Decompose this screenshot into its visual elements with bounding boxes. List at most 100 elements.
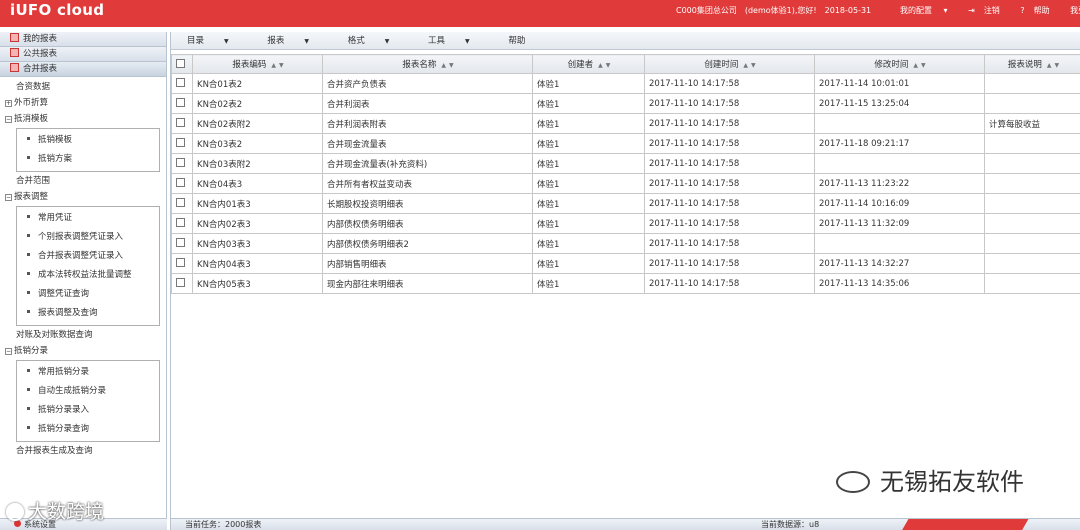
cell-created: 2017-11-10 14:17:58 [644,193,815,214]
cell-modified: 2017-11-14 10:16:09 [814,193,985,214]
tree-item[interactable]: 对账及对账数据查询 [0,327,166,343]
user-greeting: (demo体验1),您好! [744,6,817,15]
menu-report[interactable]: 报表 ▼ [267,36,327,46]
switch-uc-link[interactable]: 我要转UC [1070,6,1080,15]
tree-leaf[interactable]: 合并报表调整凭证录入 [17,247,159,266]
menu-help[interactable]: 帮助 [508,36,525,46]
cell-code: KN合内04表3 [192,253,323,274]
row-checkbox[interactable] [171,73,193,94]
row-checkbox[interactable] [171,233,193,254]
tree-leaf[interactable]: 常用抵销分录 [17,363,159,382]
cell-code: KN合内01表3 [192,193,323,214]
tree-leaf[interactable]: 成本法转权益法批量调整 [17,266,159,285]
bullet-icon [27,156,30,159]
col-header-code[interactable]: 报表编码 ▲▼ [192,54,323,74]
sort-icon[interactable]: ▲▼ [441,62,456,69]
corner-decoration [901,519,1029,530]
select-all-checkbox[interactable] [171,54,193,74]
table-row[interactable]: KN合03表附2 合并现金流量表(补充资料) 体验1 2017-11-10 14:17… [171,153,1080,174]
row-checkbox[interactable] [171,193,193,214]
sort-icon[interactable]: ▲▼ [1047,62,1062,69]
left-panel: 我的报表 公共报表 合并报表 合资数据 + 外币折算 − 抵消模板 抵销模板 抵销方… [0,32,167,530]
menu-format[interactable]: 格式 ▼ [348,36,408,46]
cell-created: 2017-11-10 14:17:58 [644,113,815,134]
cell-created: 2017-11-10 14:17:58 [644,273,815,294]
tree-group[interactable]: − 报表调整 [0,189,166,205]
sort-icon[interactable]: ▲▼ [913,62,928,69]
table-row[interactable]: KN合内05表3 现金内部往来明细表 体验1 2017-11-10 14:17:58 2… [171,273,1080,294]
row-checkbox[interactable] [171,273,193,294]
tree-leaf[interactable]: 抵销模板 [17,131,159,150]
collapse-icon[interactable]: − [5,116,12,123]
cell-modified [814,233,985,254]
table-header: 报表编码 ▲▼ 报表名称 ▲▼ 创建者 ▲▼ 创建时间 ▲▼ 修改时间 ▲▼ 报表说明 ▲▼ [171,54,1080,74]
table-row[interactable]: KN合02表附2 合并利润表附表 体验1 2017-11-10 14:17:58 计算每… [171,113,1080,134]
table-row[interactable]: KN合内02表3 内部债权债务明细表 体验1 2017-11-10 14:17:58 2… [171,213,1080,234]
cell-code: KN合01表2 [192,73,323,94]
cell-creator: 体验1 [532,213,645,234]
section-consolidated-reports[interactable]: 合并报表 [0,62,166,77]
col-header-created[interactable]: 创建时间 ▲▼ [644,54,815,74]
row-checkbox[interactable] [171,213,193,234]
collapse-icon[interactable]: − [5,194,12,201]
tree-group[interactable]: − 抵销分录 [0,343,166,359]
bullet-icon [27,426,30,429]
row-checkbox[interactable] [171,173,193,194]
row-checkbox[interactable] [171,93,193,114]
table-row[interactable]: KN合内01表3 长期股权投资明细表 体验1 2017-11-10 14:17:58 2… [171,193,1080,214]
menu-tools[interactable]: 工具 ▼ [428,36,488,46]
report-icon [10,48,19,57]
tree-leaf[interactable]: 抵销分录查询 [17,420,159,439]
col-header-name[interactable]: 报表名称 ▲▼ [322,54,533,74]
help-link[interactable]: ? 帮助 [1020,6,1058,15]
logout-icon: ⇥ [968,6,975,15]
tree-leaf[interactable]: 常用凭证 [17,209,159,228]
tree-item[interactable]: 合资数据 [0,79,166,95]
cell-name: 长期股权投资明细表 [322,193,533,214]
table-row[interactable]: KN合内03表3 内部债权债务明细表2 体验1 2017-11-10 14:17:58 [171,233,1080,254]
cell-name: 内部销售明细表 [322,253,533,274]
tree-group[interactable]: − 抵消模板 [0,111,166,127]
expand-icon[interactable]: + [5,100,12,107]
tree-leaf[interactable]: 报表调整及查询 [17,304,159,323]
table-row[interactable]: KN合04表3 合并所有者权益变动表 体验1 2017-11-10 14:17:58 2… [171,173,1080,194]
table-row[interactable]: KN合01表2 合并资产负债表 体验1 2017-11-10 14:17:58 2017… [171,73,1080,94]
bullet-icon [27,407,30,410]
col-header-creator[interactable]: 创建者 ▲▼ [532,54,645,74]
watermark-right: 无锡拓友软件 [836,462,1024,497]
tree-leaf[interactable]: 调整凭证查询 [17,285,159,304]
tree-item[interactable]: 合并报表生成及查询 [0,443,166,459]
row-checkbox[interactable] [171,133,193,154]
tree-leaf[interactable]: 自动生成抵销分录 [17,382,159,401]
logout-link[interactable]: ⇥ 注销 [968,6,1009,15]
cell-created: 2017-11-10 14:17:58 [644,73,815,94]
cell-created: 2017-11-10 14:17:58 [644,253,815,274]
cell-created: 2017-11-10 14:17:58 [644,233,815,254]
tree-leaf[interactable]: 抵销分录录入 [17,401,159,420]
section-public-reports[interactable]: 公共报表 [0,47,166,62]
cell-desc: 计算每股收益 [984,113,1080,134]
checkbox-icon [176,98,185,107]
row-checkbox[interactable] [171,153,193,174]
sort-icon[interactable]: ▲▼ [598,62,613,69]
tree-group[interactable]: + 外币折算 [0,95,166,111]
sort-icon[interactable]: ▲▼ [271,62,286,69]
row-checkbox[interactable] [171,253,193,274]
sort-icon[interactable]: ▲▼ [743,62,758,69]
checkbox-icon [176,138,185,147]
col-header-modified[interactable]: 修改时间 ▲▼ [814,54,985,74]
row-checkbox[interactable] [171,113,193,134]
section-my-reports[interactable]: 我的报表 [0,32,166,47]
table-row[interactable]: KN合02表2 合并利润表 体验1 2017-11-10 14:17:58 2017-1… [171,93,1080,114]
col-header-desc[interactable]: 报表说明 ▲▼ [984,54,1080,74]
collapse-icon[interactable]: − [5,348,12,355]
table-row[interactable]: KN合内04表3 内部销售明细表 体验1 2017-11-10 14:17:58 201… [171,253,1080,274]
table-row[interactable]: KN合03表2 合并现金流量表 体验1 2017-11-10 14:17:58 2017… [171,133,1080,154]
chevron-down-icon: ▼ [465,38,470,45]
my-config-link[interactable]: 我的配置 ▾ [900,6,957,15]
menu-catalog[interactable]: 目录 ▼ [187,36,247,46]
tree-leaf[interactable]: 抵销方案 [17,150,159,169]
tree-leaf[interactable]: 个别报表调整凭证录入 [17,228,159,247]
tree-item[interactable]: 合并范围 [0,173,166,189]
cell-code: KN合04表3 [192,173,323,194]
